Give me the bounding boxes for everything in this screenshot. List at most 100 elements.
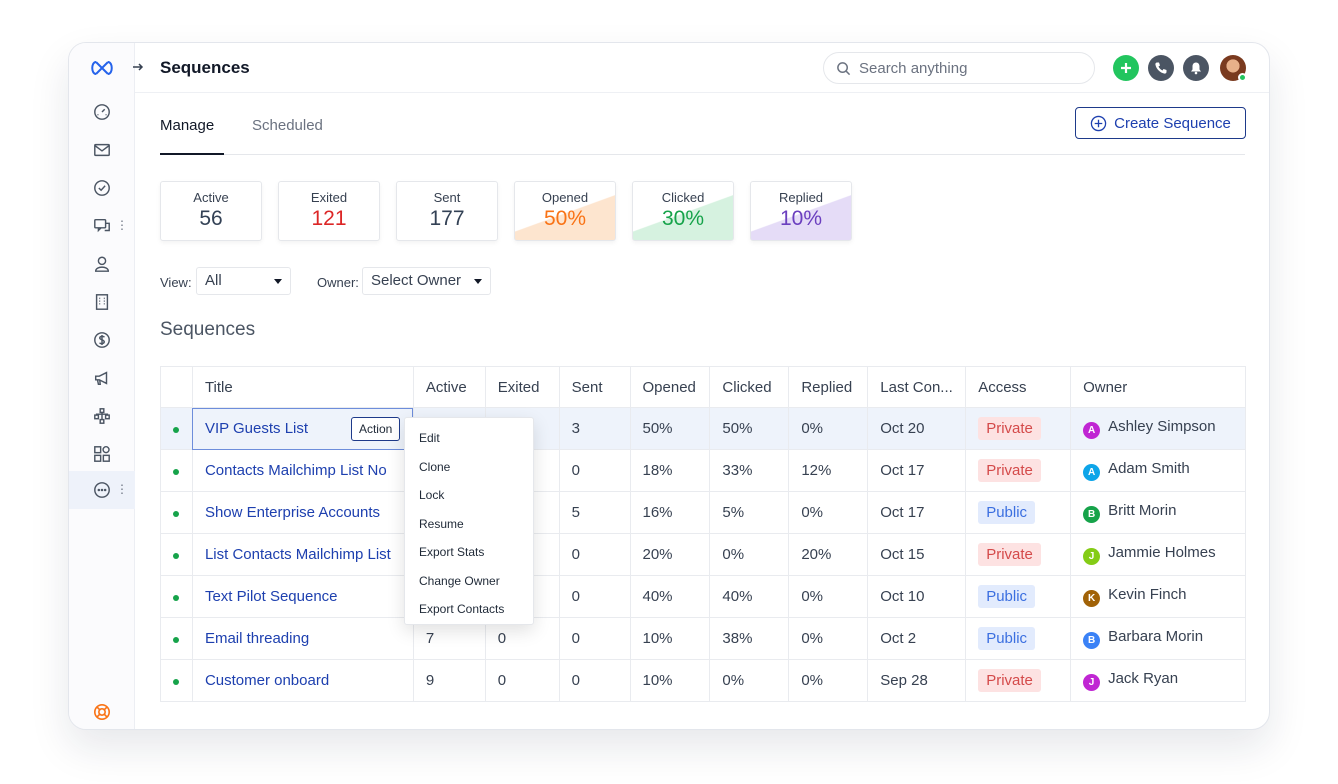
tab-scheduled-label: Scheduled [252,117,323,134]
sidebar-item-tasks[interactable] [69,169,135,207]
sequence-title-link[interactable]: Customer onboard [205,672,329,689]
owner-cell[interactable]: K Kevin Finch [1070,575,1246,618]
replied-cell: 0% [788,617,869,660]
owner-cell[interactable]: J Jammie Holmes [1070,533,1246,576]
owner-cell[interactable]: B Barbara Morin [1070,617,1246,660]
column-header[interactable]: Opened [629,366,711,408]
title-cell[interactable]: Contacts Mailchimp List No [191,449,414,492]
logo-icon[interactable] [89,59,115,77]
stat-card-clicked[interactable]: Clicked 30% [632,181,734,241]
stat-card-sent[interactable]: Sent 177 [396,181,498,241]
title-cell[interactable]: Email threading [191,617,414,660]
title-cell[interactable]: VIP Guests List Action [191,407,414,450]
more-dots-icon[interactable]: ⋮ [116,219,128,231]
table-row[interactable]: Contacts Mailchimp List No 0 18% 33% 12%… [160,449,1246,492]
top-bar: Sequences [135,43,1269,93]
status-cell [160,449,193,492]
plus-circle-icon [1090,115,1107,131]
sequence-title-link[interactable]: Contacts Mailchimp List No [205,462,387,479]
sequence-title-link[interactable]: Text Pilot Sequence [205,588,338,605]
table-row[interactable]: Show Enterprise Accounts 5 16% 5% 0% Oct… [160,491,1246,534]
sequence-title-link[interactable]: List Contacts Mailchimp List [205,546,391,563]
access-cell: Public [965,617,1072,660]
search-box[interactable] [823,52,1095,84]
add-button[interactable] [1113,55,1139,81]
title-cell[interactable]: Show Enterprise Accounts [191,491,414,534]
status-dot [173,553,179,559]
table-row[interactable]: Customer onboard 9 0 0 10% 0% 0% Sep 28 … [160,659,1246,702]
owner-select-value: Select Owner [371,272,462,289]
tab-manage[interactable]: Manage [160,117,214,134]
owner-name: Britt Morin [1108,502,1177,519]
sidebar-item-contacts[interactable] [69,245,135,283]
title-cell[interactable]: Text Pilot Sequence [191,575,414,618]
stat-card-exited[interactable]: Exited 121 [278,181,380,241]
action-context-menu: Edit Clone Lock Resume Export Stats Change Ow… [404,417,534,625]
column-header[interactable]: Replied [788,366,869,408]
sidebar-item-workflows[interactable] [69,397,135,435]
opened-cell: 10% [629,659,711,702]
phone-button[interactable] [1148,55,1174,81]
sidebar-item-dashboard[interactable] [69,93,135,131]
column-header-status[interactable] [160,366,193,408]
menu-item-export-contacts[interactable]: Export Contacts [405,595,533,624]
column-header[interactable]: Exited [484,366,560,408]
menu-item-change-owner[interactable]: Change Owner [405,567,533,596]
sidebar-item-more[interactable]: ⋮ [69,471,135,509]
sequence-title-link[interactable]: Show Enterprise Accounts [205,504,380,521]
notifications-button[interactable] [1183,55,1209,81]
title-cell[interactable]: List Contacts Mailchimp List [191,533,414,576]
menu-item-export-stats[interactable]: Export Stats [405,538,533,567]
sidebar-item-companies[interactable] [69,283,135,321]
more-dots-icon[interactable]: ⋮ [116,483,128,495]
create-sequence-button[interactable]: Create Sequence [1075,107,1246,139]
stat-card-active[interactable]: Active 56 [160,181,262,241]
menu-item-edit[interactable]: Edit [405,424,533,453]
owner-select[interactable]: Select Owner [362,267,491,295]
sent-cell: 0 [558,533,631,576]
sequence-title-link[interactable]: VIP Guests List [205,420,308,437]
table-row[interactable]: Text Pilot Sequence 0 40% 40% 0% Oct 10 … [160,575,1246,618]
stat-card-replied[interactable]: Replied 10% [750,181,852,241]
sequence-title-link[interactable]: Email threading [205,630,309,647]
owner-cell[interactable]: J Jack Ryan [1070,659,1246,702]
status-dot [173,679,179,685]
tab-scheduled[interactable]: Scheduled [252,117,323,134]
column-header[interactable]: Sent [558,366,631,408]
sent-cell: 3 [558,407,631,450]
title-cell[interactable]: Customer onboard [191,659,414,702]
stat-card-opened[interactable]: Opened 50% [514,181,616,241]
sidebar-item-apps[interactable] [69,435,135,473]
column-header[interactable]: Active [412,366,486,408]
owner-cell[interactable]: B Britt Morin [1070,491,1246,534]
replied-cell: 0% [788,407,869,450]
sidebar-item-conversations[interactable]: ⋮ [69,207,135,245]
column-header[interactable]: Title [191,366,414,408]
table-row[interactable]: VIP Guests List Action 3 50% 50% 0% Oct … [160,407,1246,450]
column-header[interactable]: Access [965,366,1072,408]
stat-label: Sent [433,190,461,205]
sidebar-item-deals[interactable] [69,321,135,359]
last-contacted-cell: Oct 17 [867,491,967,534]
lifebuoy-icon[interactable] [93,703,111,721]
table-row[interactable]: List Contacts Mailchimp List 0 20% 0% 20… [160,533,1246,576]
view-select[interactable]: All [196,267,291,295]
sidebar-item-campaigns[interactable] [69,359,135,397]
menu-item-resume[interactable]: Resume [405,510,533,539]
user-avatar[interactable] [1220,55,1247,82]
column-header[interactable]: Last Con... [867,366,967,408]
owner-cell[interactable]: A Adam Smith [1070,449,1246,492]
column-header[interactable]: Owner [1070,366,1246,408]
status-dot [173,427,179,433]
owner-cell[interactable]: A Ashley Simpson [1070,407,1246,450]
sent-cell: 0 [558,659,631,702]
action-button[interactable]: Action [350,417,401,441]
column-header[interactable]: Clicked [709,366,790,408]
menu-item-clone[interactable]: Clone [405,453,533,482]
sequences-table: Title Active Exited Sent Opened Clicked Replie… [160,366,1246,702]
sidebar-item-mail[interactable] [69,131,135,169]
table-row[interactable]: Email threading 7 0 0 10% 38% 0% Oct 2 P… [160,617,1246,660]
clicked-cell: 0% [709,659,790,702]
search-input[interactable] [859,59,1079,77]
menu-item-lock[interactable]: Lock [405,481,533,510]
